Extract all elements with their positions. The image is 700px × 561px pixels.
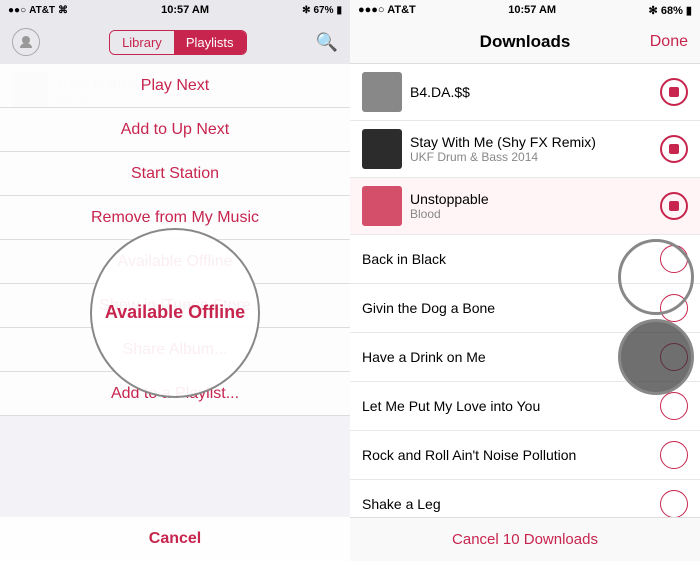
left-panel: ●●○ AT&T ⌘ 10:57 AM ✻ 67% ▮ Library Play… xyxy=(0,0,350,561)
nav-bar-left: Library Playlists 🔍 xyxy=(0,20,350,64)
queue-item-label-let: Let Me Put My Love into You xyxy=(362,398,652,414)
battery-right: ✻ 68% ▮ xyxy=(649,4,692,17)
item-title-b4da: B4.DA.$$ xyxy=(410,84,652,100)
signal-icon-right: ●●●○ xyxy=(358,4,385,16)
signal-icon: ●●○ xyxy=(8,5,26,16)
downloads-list: B4.DA.$$ Stay With Me (Shy FX Remix) UKF… xyxy=(350,64,700,517)
queue-item-label-back: Back in Black xyxy=(362,251,652,267)
stop-indicator-unstoppable[interactable] xyxy=(660,192,688,220)
queue-item-label-drink: Have a Drink on Me xyxy=(362,349,652,365)
queue-item-shake-leg[interactable]: Shake a Leg xyxy=(350,480,700,517)
large-circle-top xyxy=(618,239,694,315)
carrier-text-right: AT&T xyxy=(387,4,416,16)
item-subtitle-stay: UKF Drum & Bass 2014 xyxy=(410,150,652,164)
available-offline-overlay: Available Offline xyxy=(90,228,260,398)
stop-icon-unstoppable xyxy=(669,201,679,211)
done-button[interactable]: Done xyxy=(650,33,688,51)
bluetooth-icon-right: ✻ xyxy=(649,5,658,17)
time-left: 10:57 AM xyxy=(68,4,302,16)
status-bar-right: ●●●○ AT&T 10:57 AM ✻ 68% ▮ xyxy=(350,0,700,20)
battery-icon-right: ▮ xyxy=(686,5,692,17)
download-circle-shake[interactable] xyxy=(660,490,688,517)
nav-inner: Downloads Done xyxy=(362,33,688,51)
available-offline-label: Available Offline xyxy=(105,302,245,323)
item-title-unstoppable: Unstoppable xyxy=(410,191,652,207)
play-next-item[interactable]: Play Next xyxy=(0,64,350,108)
stop-indicator-stay[interactable] xyxy=(660,135,688,163)
large-circle-bottom xyxy=(618,319,694,395)
playlists-tab[interactable]: Playlists xyxy=(174,31,246,54)
cancel-downloads-label: Cancel 10 Downloads xyxy=(452,531,598,548)
item-thumbnail-stay xyxy=(362,129,402,169)
nav-bar-right: Downloads Done xyxy=(350,20,700,64)
cancel-button[interactable]: Cancel xyxy=(0,517,350,561)
wifi-icon: ⌘ xyxy=(58,5,68,16)
status-bar-left: ●●○ AT&T ⌘ 10:57 AM ✻ 67% ▮ xyxy=(0,0,350,20)
carrier-right: ●●●○ AT&T xyxy=(358,4,416,16)
time-right: 10:57 AM xyxy=(508,4,556,16)
search-icon[interactable]: 🔍 xyxy=(316,32,338,53)
bluetooth-icon: ✻ xyxy=(302,5,310,16)
download-item-stay[interactable]: Stay With Me (Shy FX Remix) UKF Drum & B… xyxy=(350,121,700,178)
queue-item-rock-roll[interactable]: Rock and Roll Ain't Noise Pollution xyxy=(350,431,700,480)
download-circle-rock[interactable] xyxy=(660,441,688,469)
cancel-downloads-button[interactable]: Cancel 10 Downloads xyxy=(350,517,700,561)
item-text-stay: Stay With Me (Shy FX Remix) UKF Drum & B… xyxy=(410,134,652,164)
battery-text-right: 68% xyxy=(661,5,683,17)
download-item-b4da[interactable]: B4.DA.$$ xyxy=(350,64,700,121)
start-station-item[interactable]: Start Station xyxy=(0,152,350,196)
item-subtitle-unstoppable: Blood xyxy=(410,207,652,221)
right-panel: ●●●○ AT&T 10:57 AM ✻ 68% ▮ Downloads Don… xyxy=(350,0,700,561)
add-up-next-item[interactable]: Add to Up Next xyxy=(0,108,350,152)
queue-item-label-givin: Givin the Dog a Bone xyxy=(362,300,652,316)
stop-icon-stay xyxy=(669,144,679,154)
battery-text: 67% xyxy=(313,5,333,16)
download-circle-let[interactable] xyxy=(660,392,688,420)
carrier-left: ●●○ AT&T ⌘ xyxy=(8,5,68,16)
library-tab[interactable]: Library xyxy=(110,31,174,54)
context-menu: Play Next Add to Up Next Start Station R… xyxy=(0,64,350,561)
item-thumbnail-unstoppable xyxy=(362,186,402,226)
queue-item-label-rock: Rock and Roll Ain't Noise Pollution xyxy=(362,447,652,463)
battery-icon: ▮ xyxy=(336,5,342,16)
item-text-b4da: B4.DA.$$ xyxy=(410,84,652,100)
large-circles-overlay xyxy=(618,239,694,395)
item-thumbnail-b4da xyxy=(362,72,402,112)
stop-icon xyxy=(669,87,679,97)
stop-indicator-b4da[interactable] xyxy=(660,78,688,106)
carrier-text: AT&T xyxy=(29,5,55,16)
library-playlists-segmented: Library Playlists xyxy=(109,30,246,55)
queue-section: Back in Black Givin the Dog a Bone Have … xyxy=(350,235,700,517)
page-title: Downloads xyxy=(480,32,571,52)
queue-item-label-shake: Shake a Leg xyxy=(362,496,652,512)
item-text-unstoppable: Unstoppable Blood xyxy=(410,191,652,221)
battery-left: ✻ 67% ▮ xyxy=(302,5,342,16)
download-item-unstoppable[interactable]: Unstoppable Blood xyxy=(350,178,700,235)
item-title-stay: Stay With Me (Shy FX Remix) xyxy=(410,134,652,150)
profile-icon[interactable] xyxy=(12,28,40,56)
